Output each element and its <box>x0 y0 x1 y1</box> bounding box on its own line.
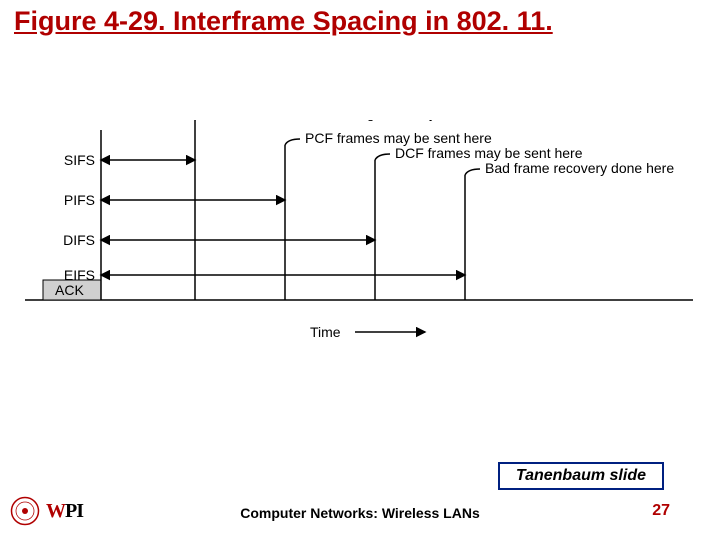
page-number: 27 <box>652 502 670 520</box>
pifs-label: PIFS <box>64 192 95 208</box>
sifs-label: SIFS <box>64 152 95 168</box>
slide-title: Figure 4-29. Interframe Spacing in 802. … <box>14 4 553 39</box>
dcf-caption: DCF frames may be sent here <box>395 145 583 161</box>
pcf-caption: PCF frames may be sent here <box>305 130 492 146</box>
footer-text: Computer Networks: Wireless LANs <box>240 505 479 521</box>
ack-label: ACK <box>55 282 84 298</box>
control-caption: Control frame or next fragment may be se… <box>215 120 518 121</box>
difs-label: DIFS <box>63 232 95 248</box>
wpi-wordmark: WPI <box>46 500 83 523</box>
wpi-seal-icon <box>10 496 40 526</box>
wpi-logo: WPI <box>10 496 83 526</box>
time-label: Time <box>310 324 341 340</box>
bad-caption: Bad frame recovery done here <box>485 160 674 176</box>
attribution-box: Tanenbaum slide <box>498 462 664 490</box>
eifs-label: EIFS <box>64 267 95 283</box>
interframe-diagram: ACK SIFS PIFS DIFS EIFS Control frame or… <box>25 120 695 360</box>
